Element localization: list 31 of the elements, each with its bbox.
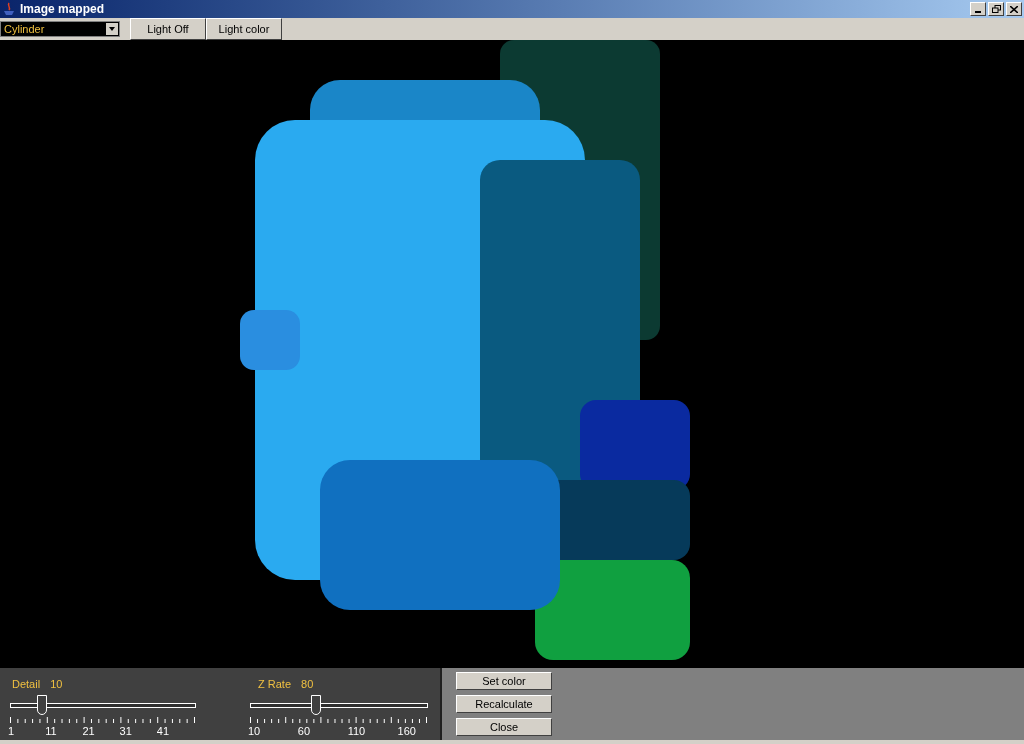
restore-icon (991, 5, 1001, 13)
slider-track[interactable] (250, 694, 428, 715)
action-button[interactable]: Set color (456, 672, 552, 690)
slider-value: 10 (50, 677, 63, 692)
tick-label: 160 (397, 723, 416, 739)
close-button[interactable] (1006, 2, 1022, 16)
close-icon (1010, 5, 1018, 13)
action-button[interactable]: Recalculate (456, 695, 552, 713)
slider-label: Detail (12, 677, 41, 692)
tick-label: 31 (119, 723, 132, 739)
restore-button[interactable] (988, 2, 1004, 16)
slider-thumb[interactable] (310, 694, 321, 715)
slider-thumb[interactable] (36, 694, 47, 715)
tick-label: 41 (156, 723, 170, 739)
slider-label: Z Rate (258, 677, 291, 692)
toolbar-button[interactable]: Light color (206, 18, 282, 40)
tick-label: 60 (297, 723, 311, 739)
tick-label: 21 (82, 723, 95, 739)
slider-value: 80 (301, 677, 314, 692)
tick-label: 11 (45, 723, 57, 739)
minimize-button[interactable] (970, 2, 986, 16)
toolbar-button[interactable]: Light Off (130, 18, 206, 40)
slider-track[interactable] (10, 694, 196, 715)
window-title: Image mapped (20, 1, 105, 18)
app-icon (2, 2, 16, 16)
tick-label: 1 (8, 723, 15, 739)
tick-label: 110 (347, 723, 366, 739)
tick-label: 10 (248, 723, 261, 739)
shape-dropdown[interactable]: Cylinder (0, 21, 120, 37)
action-button[interactable]: Close (456, 718, 552, 736)
minimize-icon (975, 11, 981, 13)
